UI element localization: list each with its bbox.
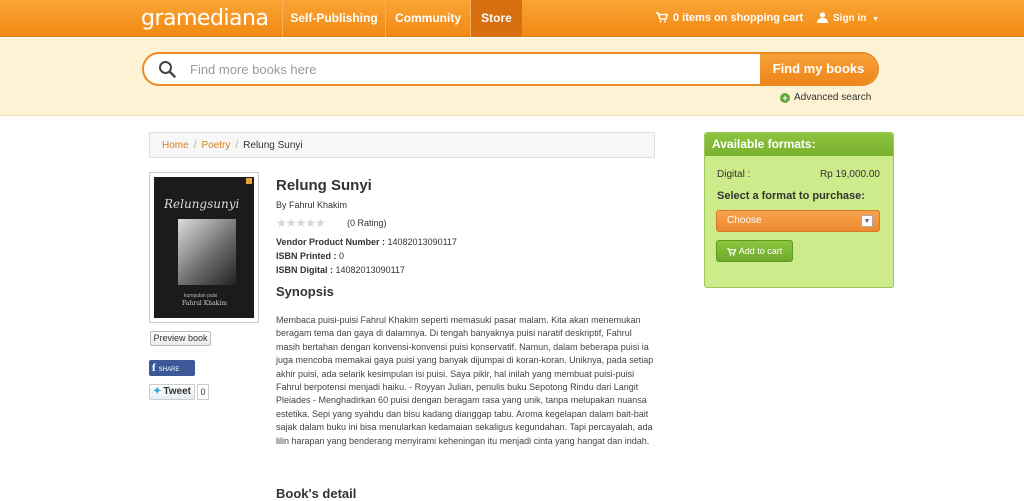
cover-author: Fahrul Khakim <box>182 300 227 307</box>
add-to-cart-button[interactable]: Add to cart <box>716 240 793 262</box>
breadcrumb-home[interactable]: Home <box>162 140 189 151</box>
top-navbar: gramediana Self-Publishing Community Sto… <box>0 0 1024 37</box>
vendor-product-number: Vendor Product Number : 14082013090117 <box>276 237 457 247</box>
nav-store[interactable]: Store <box>470 0 522 37</box>
format-select-value: Choose <box>727 215 762 226</box>
sign-in-label: Sign in <box>833 13 867 24</box>
cart-icon <box>726 248 736 256</box>
select-format-label: Select a format to purchase: <box>717 190 865 202</box>
facebook-icon: f <box>152 362 156 374</box>
cover-badge <box>246 178 252 184</box>
search-box: Find more books here Find my books <box>142 52 879 86</box>
tweet-button[interactable]: ✦ Tweet <box>149 384 195 400</box>
formats-heading: Available formats: <box>705 133 893 156</box>
facebook-share-button[interactable]: f SHARE <box>149 360 195 376</box>
cover-window-image <box>178 219 236 285</box>
search-band: Find more books here Find my books + Adva… <box>0 38 1024 116</box>
rating-stars[interactable]: ★★★★★ <box>276 216 326 230</box>
search-input[interactable]: Find more books here <box>190 62 316 77</box>
available-formats-panel: Available formats: Digital : Rp 19,000.0… <box>704 132 894 288</box>
twitter-icon: ✦ <box>153 386 162 397</box>
isbn-printed: ISBN Printed : 0 <box>276 251 345 261</box>
sign-in-menu[interactable]: Sign in ▼ <box>817 12 879 24</box>
format-select[interactable]: Choose ▼ <box>716 210 880 232</box>
plus-icon: + <box>780 93 790 103</box>
book-detail-heading: Book's detail <box>276 486 357 501</box>
advanced-search-link[interactable]: + Advanced search <box>780 92 871 103</box>
cover-subtitle: kumpulan puisi <box>184 293 218 299</box>
site-logo[interactable]: gramediana <box>141 6 269 31</box>
chevron-down-icon: ▼ <box>872 16 880 23</box>
user-icon <box>817 12 828 23</box>
tweet-label: Tweet <box>163 386 191 397</box>
breadcrumb-separator: / <box>235 140 239 151</box>
breadcrumb-current: Relung Sunyi <box>243 140 303 151</box>
rating-count: (0 Rating) <box>347 218 387 228</box>
cover-title: Relungsunyi <box>164 197 240 211</box>
find-books-button[interactable]: Find my books <box>760 54 877 84</box>
cart-icon <box>656 12 668 23</box>
book-title: Relung Sunyi <box>276 177 372 194</box>
shopping-cart-link[interactable]: 0 items on shopping cart <box>656 12 803 24</box>
synopsis-text: Membaca puisi-puisi Fahrul Khakim sepert… <box>276 315 654 446</box>
synopsis-heading: Synopsis <box>276 284 334 299</box>
book-cover[interactable]: Relungsunyi kumpulan puisi Fahrul Khakim <box>149 172 259 323</box>
breadcrumb: Home / Poetry / Relung Sunyi <box>149 132 655 158</box>
cart-label: 0 items on shopping cart <box>673 12 804 24</box>
preview-book-button[interactable]: Preview book <box>150 331 211 346</box>
book-author[interactable]: By Fahrul Khakim <box>276 200 347 210</box>
share-label: SHARE <box>158 367 180 373</box>
chevron-down-icon: ▼ <box>861 215 873 227</box>
nav-community[interactable]: Community <box>385 0 470 37</box>
isbn-digital: ISBN Digital : 14082013090117 <box>276 265 405 275</box>
advanced-search-label: Advanced search <box>794 92 872 103</box>
breadcrumb-poetry[interactable]: Poetry <box>201 140 230 151</box>
add-to-cart-label: Add to cart <box>738 246 783 256</box>
breadcrumb-separator: / <box>193 140 197 151</box>
format-digital-label: Digital : <box>717 169 751 180</box>
tweet-count: 0 <box>197 384 209 400</box>
format-digital-price: Rp 19,000.00 <box>819 169 880 180</box>
nav-self-publishing[interactable]: Self-Publishing <box>282 0 385 37</box>
search-icon <box>159 61 176 78</box>
